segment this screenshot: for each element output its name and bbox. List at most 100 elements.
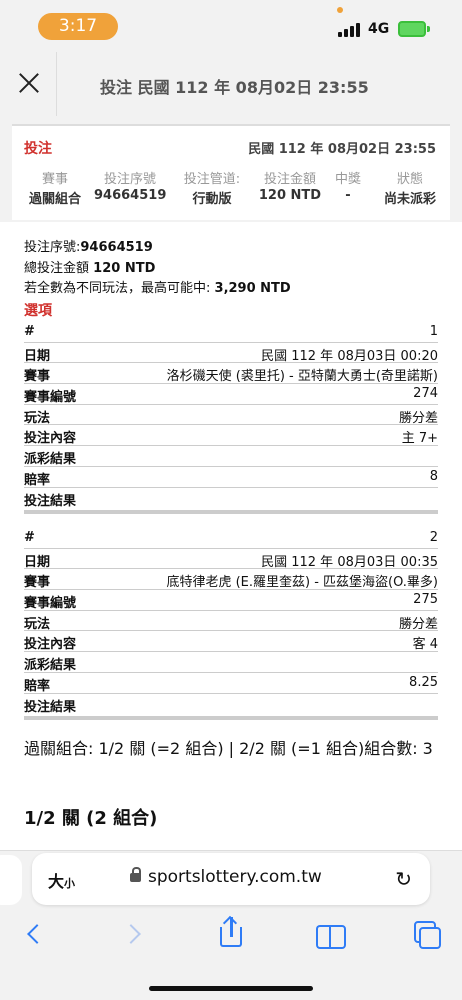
row-label: 賽事 bbox=[24, 369, 51, 385]
row-label: 派彩結果 bbox=[24, 452, 77, 468]
row-label: # bbox=[24, 324, 35, 339]
bet-summary-card[interactable]: 投注 民國 112 年 08月02日 23:55 賽事 過關組合 投注序號 94… bbox=[12, 124, 450, 220]
address-bar[interactable]: 大小 sportslottery.com.tw ↻ bbox=[32, 853, 430, 905]
text-size-small: 小 bbox=[64, 877, 76, 890]
total-label: 總投注金額 bbox=[24, 261, 90, 276]
row-label: 玩法 bbox=[24, 410, 51, 426]
selection-leg-1: #1 日期 民國 112 年 08月03日 00:20 賽事 洛杉磯天使 (裘里托)… bbox=[24, 322, 438, 515]
share-icon[interactable] bbox=[212, 915, 252, 953]
leg-row-num: #1 bbox=[24, 322, 438, 343]
privacy-indicator-icon bbox=[337, 7, 343, 13]
row-label: 投注內容 bbox=[24, 431, 77, 447]
row-value: 民國 112 年 08月03日 00:20 bbox=[261, 348, 438, 364]
row-value: 8.25 bbox=[409, 674, 438, 690]
home-indicator bbox=[149, 986, 313, 991]
col-header: 投注序號 bbox=[103, 172, 156, 187]
forward-icon[interactable] bbox=[114, 917, 154, 953]
leg-row-result: 投注結果 bbox=[24, 488, 438, 509]
row-label: 賠率 bbox=[24, 678, 51, 694]
row-label: 賽事 bbox=[24, 575, 51, 591]
col-header: 投注管道: bbox=[183, 172, 241, 187]
row-value: 勝分差 bbox=[398, 410, 438, 426]
browser-bottom-bar: 大小 sportslottery.com.tw ↻ bbox=[0, 850, 462, 1000]
header-divider bbox=[56, 52, 57, 116]
row-value: 主 7+ bbox=[401, 431, 438, 447]
serial-value: 94664519 bbox=[80, 240, 153, 255]
max-win-line: 若全數為不同玩法，最高可能中: 3,290 NTD bbox=[24, 277, 291, 296]
leg-divider bbox=[24, 510, 438, 515]
status-time: 3:17 bbox=[38, 13, 118, 40]
row-label: 玩法 bbox=[24, 616, 51, 632]
max-win-value: 3,290 NTD bbox=[214, 281, 291, 296]
browser-toolbar bbox=[0, 915, 462, 957]
leg-row-play: 玩法 勝分差 bbox=[24, 405, 438, 426]
row-value: 洛杉磯天使 (裘里托) - 亞特蘭大勇士(奇里諾斯) bbox=[166, 369, 438, 385]
leg-row-content: 投注內容 主 7+ bbox=[24, 425, 438, 446]
total-line: 總投注金額 120 NTD bbox=[24, 257, 155, 276]
serial-line: 投注序號:94664519 bbox=[24, 236, 153, 255]
leg-row-odds: 賠率 8.25 bbox=[24, 673, 438, 694]
page-title: 投注 民國 112 年 08月02日 23:55 bbox=[100, 78, 369, 97]
card-divider bbox=[12, 124, 450, 126]
tabs-icon[interactable] bbox=[406, 917, 446, 953]
selection-leg-2: #2 日期 民國 112 年 08月03日 00:35 賽事 底特律老虎 (E.羅里… bbox=[24, 528, 438, 721]
row-label: 投注結果 bbox=[24, 699, 77, 715]
reload-icon[interactable]: ↻ bbox=[395, 867, 412, 891]
row-value: 勝分差 bbox=[398, 616, 438, 632]
page-header: 投注 民國 112 年 08月02日 23:55 bbox=[0, 52, 462, 116]
col-channel: 投注管道: 行動版 bbox=[176, 168, 248, 207]
bookmarks-icon[interactable] bbox=[310, 917, 350, 953]
previous-tab-peek[interactable] bbox=[0, 855, 22, 905]
row-label: # bbox=[24, 530, 35, 545]
card-date: 民國 112 年 08月02日 23:55 bbox=[248, 142, 436, 157]
col-value: 尚未派彩 bbox=[383, 192, 436, 207]
row-value: 民國 112 年 08月03日 00:35 bbox=[261, 554, 438, 570]
row-value: 8 bbox=[429, 468, 438, 484]
col-amount: 投注金額 120 NTD bbox=[254, 168, 326, 203]
back-icon[interactable] bbox=[16, 917, 56, 953]
row-label: 投注內容 bbox=[24, 637, 77, 653]
leg-row-date: 日期 民國 112 年 08月03日 00:35 bbox=[24, 549, 438, 570]
total-value: 120 NTD bbox=[93, 261, 156, 276]
text-size-button[interactable]: 大小 bbox=[48, 868, 75, 892]
leg-row-result: 投注結果 bbox=[24, 694, 438, 715]
col-status: 狀態 尚未派彩 bbox=[374, 168, 446, 207]
leg-row-odds: 賠率 8 bbox=[24, 467, 438, 488]
leg-row-payout: 派彩結果 bbox=[24, 652, 438, 673]
battery-tip bbox=[427, 26, 430, 32]
row-label: 日期 bbox=[24, 554, 51, 570]
col-header: 中獎 bbox=[334, 172, 361, 187]
row-label: 派彩結果 bbox=[24, 658, 77, 674]
combination-summary: 過關組合: 1/2 關 (=2 組合) | 2/2 關 (=1 組合)組合數: … bbox=[24, 739, 433, 758]
bet-details: 投注序號:94664519 總投注金額 120 NTD 若全數為不同玩法，最高可… bbox=[0, 222, 462, 850]
col-event: 賽事 過關組合 bbox=[20, 168, 90, 207]
col-value: - bbox=[345, 188, 351, 203]
battery-icon bbox=[398, 21, 426, 37]
col-header: 狀態 bbox=[396, 172, 423, 187]
url-text[interactable]: sportslottery.com.tw bbox=[148, 867, 322, 887]
row-value: 274 bbox=[413, 386, 438, 402]
leg-row-date: 日期 民國 112 年 08月03日 00:20 bbox=[24, 343, 438, 364]
row-value: 1 bbox=[429, 324, 438, 339]
close-icon[interactable] bbox=[14, 68, 44, 98]
network-type: 4G bbox=[368, 21, 390, 37]
signal-icon bbox=[338, 23, 362, 37]
max-win-label: 若全數為不同玩法，最高可能中: bbox=[24, 281, 211, 296]
row-label: 賽事編號 bbox=[24, 596, 77, 612]
leg-row-match: 賽事 洛杉磯天使 (裘里托) - 亞特蘭大勇士(奇里諾斯) bbox=[24, 363, 438, 384]
row-label: 賠率 bbox=[24, 472, 51, 488]
row-value: 2 bbox=[429, 530, 438, 545]
status-bar: 3:17 4G bbox=[0, 0, 462, 52]
row-label: 日期 bbox=[24, 348, 51, 364]
leg-row-content: 投注內容 客 4 bbox=[24, 631, 438, 652]
leg-row-match: 賽事 底特律老虎 (E.羅里奎茲) - 匹茲堡海盜(O.畢多) bbox=[24, 569, 438, 590]
col-header: 賽事 bbox=[41, 172, 68, 187]
row-label: 投注結果 bbox=[24, 493, 77, 509]
col-header: 投注金額 bbox=[263, 172, 316, 187]
row-label: 賽事編號 bbox=[24, 390, 77, 406]
serial-label: 投注序號: bbox=[24, 240, 81, 255]
lock-icon bbox=[130, 867, 141, 882]
text-size-large: 大 bbox=[48, 872, 65, 891]
row-value: 底特律老虎 (E.羅里奎茲) - 匹茲堡海盜(O.畢多) bbox=[166, 575, 438, 591]
pass-section-title[interactable]: 1/2 關 (2 組合) bbox=[24, 804, 157, 830]
